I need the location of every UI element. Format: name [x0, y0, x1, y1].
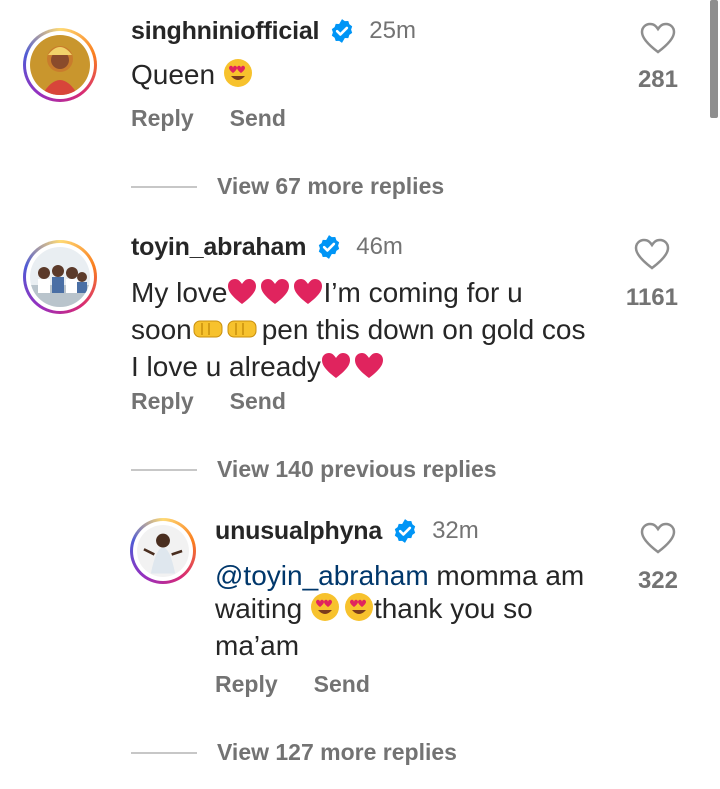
comment-text: My love I’m coming for u soon pen this dow… — [131, 276, 601, 387]
reply-button[interactable]: Reply — [131, 388, 194, 415]
red-heart-emoji-icon — [227, 278, 323, 313]
comment-text: @toyin_abraham momma am waiting thank yo… — [215, 560, 585, 661]
comment-header: toyin_abraham 46m — [131, 231, 403, 263]
view-more-replies[interactable]: View 127 more replies — [131, 739, 457, 766]
like-count: 1161 — [625, 284, 678, 311]
fist-bump-emoji-icon — [192, 315, 262, 350]
avatar[interactable] — [23, 240, 97, 314]
like-heart-icon[interactable] — [634, 238, 670, 270]
send-button[interactable]: Send — [314, 671, 370, 698]
comment-actions: Reply Send — [131, 105, 286, 132]
timestamp: 46m — [356, 233, 403, 260]
comment-header: singhniniofficial 25m — [131, 15, 416, 47]
like-heart-icon[interactable] — [640, 22, 676, 54]
divider — [131, 185, 197, 188]
mention-link[interactable]: @toyin_abraham — [215, 560, 429, 591]
reply-button[interactable]: Reply — [131, 105, 194, 132]
like-heart-icon[interactable] — [640, 522, 676, 554]
heart-eyes-emoji-icon — [223, 58, 253, 95]
view-more-replies[interactable]: View 67 more replies — [131, 173, 444, 200]
verified-badge-icon — [319, 235, 340, 259]
send-button[interactable]: Send — [230, 388, 286, 415]
username[interactable]: toyin_abraham — [131, 233, 306, 262]
comment-actions: Reply Send — [215, 671, 370, 698]
avatar[interactable] — [130, 518, 196, 584]
timestamp: 25m — [369, 17, 416, 44]
like-count: 281 — [637, 66, 678, 93]
comment-header: unusualphyna 32m — [215, 515, 479, 547]
reply-button[interactable]: Reply — [215, 671, 278, 698]
comment-actions: Reply Send — [131, 388, 286, 415]
heart-eyes-emoji-icon — [310, 592, 374, 629]
view-previous-replies[interactable]: View 140 previous replies — [131, 456, 497, 483]
divider — [131, 468, 197, 471]
timestamp: 32m — [432, 517, 479, 544]
send-button[interactable]: Send — [230, 105, 286, 132]
verified-badge-icon — [394, 519, 416, 543]
verified-badge-icon — [332, 19, 353, 43]
red-heart-emoji-icon — [321, 352, 385, 387]
avatar[interactable] — [23, 28, 97, 102]
username[interactable]: unusualphyna — [215, 517, 382, 546]
username[interactable]: singhniniofficial — [131, 17, 319, 46]
divider — [131, 751, 197, 754]
scrollbar[interactable] — [710, 0, 718, 118]
comment-text: Queen — [131, 58, 253, 95]
like-count: 322 — [637, 567, 678, 594]
